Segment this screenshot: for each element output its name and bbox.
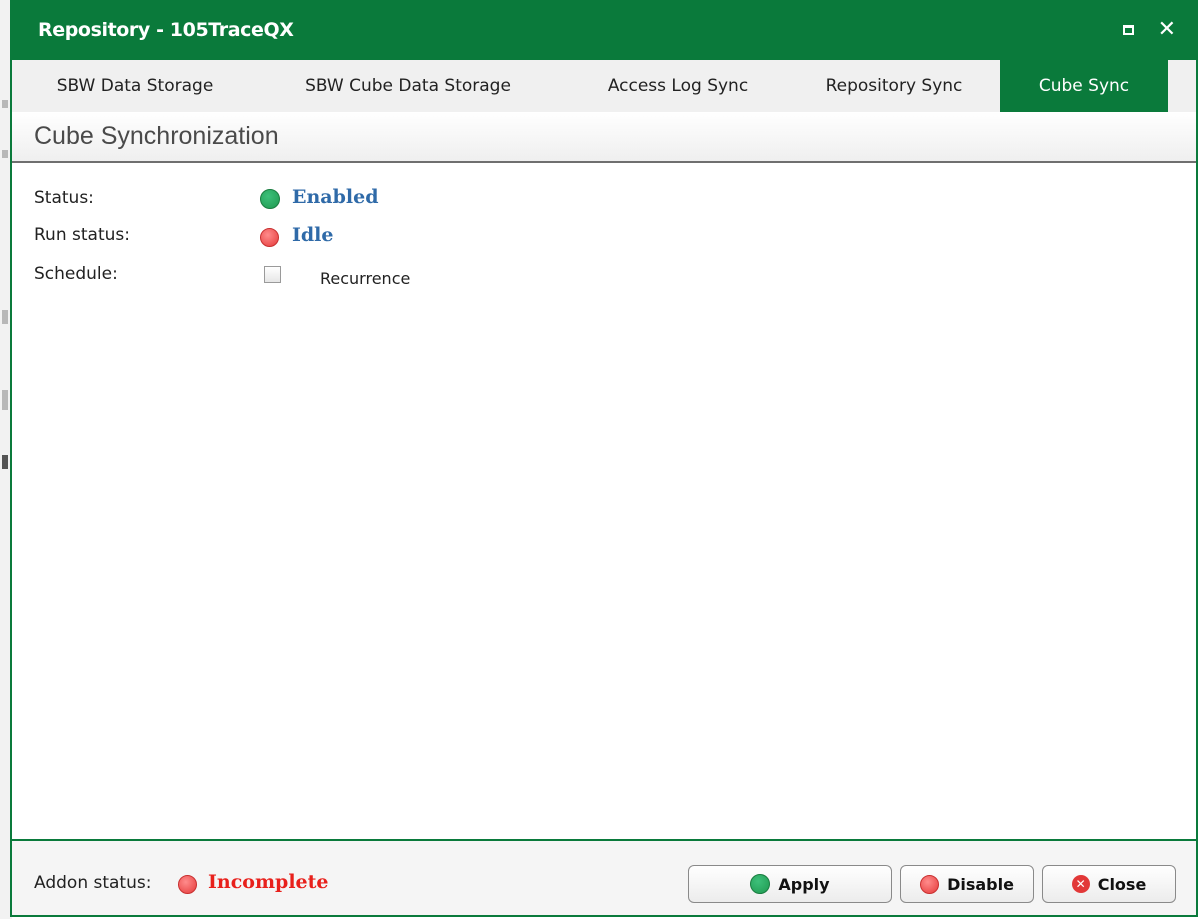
section-title: Cube Synchronization	[34, 122, 279, 150]
tab-bar: SBW Data Storage SBW Cube Data Storage A…	[12, 60, 1196, 113]
run-status-value: Idle	[292, 224, 334, 246]
section-header: Cube Synchronization	[12, 112, 1196, 163]
run-status-indicator-icon	[260, 228, 279, 247]
apply-button-label: Apply	[778, 874, 830, 894]
title-bar[interactable]: Repository - 105TraceQX ✕	[12, 0, 1196, 60]
apply-button[interactable]: Apply	[688, 865, 892, 903]
maximize-button[interactable]	[1122, 25, 1134, 35]
addon-status-value: Incomplete	[208, 871, 329, 893]
disable-icon	[920, 874, 940, 894]
repository-dialog: Repository - 105TraceQX ✕ SBW Data Stora…	[10, 0, 1198, 917]
maximize-icon	[1122, 25, 1134, 35]
background-mark	[2, 100, 8, 108]
addon-status-indicator-icon	[178, 875, 197, 894]
schedule-label: Schedule:	[34, 264, 118, 284]
close-icon: ✕	[1071, 875, 1090, 893]
recurrence-label[interactable]: Recurrence	[320, 269, 410, 288]
dialog-footer: Addon status: Incomplete Apply Disable ✕…	[12, 839, 1196, 915]
addon-status-label: Addon status:	[34, 873, 152, 893]
tab-repository-sync[interactable]: Repository Sync	[796, 60, 992, 112]
apply-icon	[750, 874, 771, 894]
close-button-label: Close	[1097, 874, 1147, 894]
background-mark	[2, 390, 8, 410]
window-title: Repository - 105TraceQX	[38, 19, 294, 41]
tab-sbw-cube-data-storage[interactable]: SBW Cube Data Storage	[280, 60, 536, 112]
tab-access-log-sync[interactable]: Access Log Sync	[578, 60, 778, 112]
close-window-button[interactable]: ✕	[1158, 19, 1176, 41]
background-mark	[2, 150, 8, 158]
status-label: Status:	[34, 188, 94, 208]
recurrence-checkbox[interactable]	[264, 266, 281, 283]
disable-button[interactable]: Disable	[900, 865, 1034, 903]
background-mark	[2, 310, 8, 324]
close-button[interactable]: ✕ Close	[1042, 865, 1176, 903]
status-enabled-indicator-icon	[260, 189, 280, 209]
tab-sbw-data-storage[interactable]: SBW Data Storage	[26, 60, 244, 112]
run-status-label: Run status:	[34, 225, 130, 245]
background-mark	[2, 455, 8, 469]
status-value: Enabled	[292, 186, 379, 208]
disable-button-label: Disable	[947, 874, 1014, 894]
window-controls: ✕	[1122, 0, 1176, 60]
tab-cube-sync[interactable]: Cube Sync	[1000, 60, 1168, 112]
